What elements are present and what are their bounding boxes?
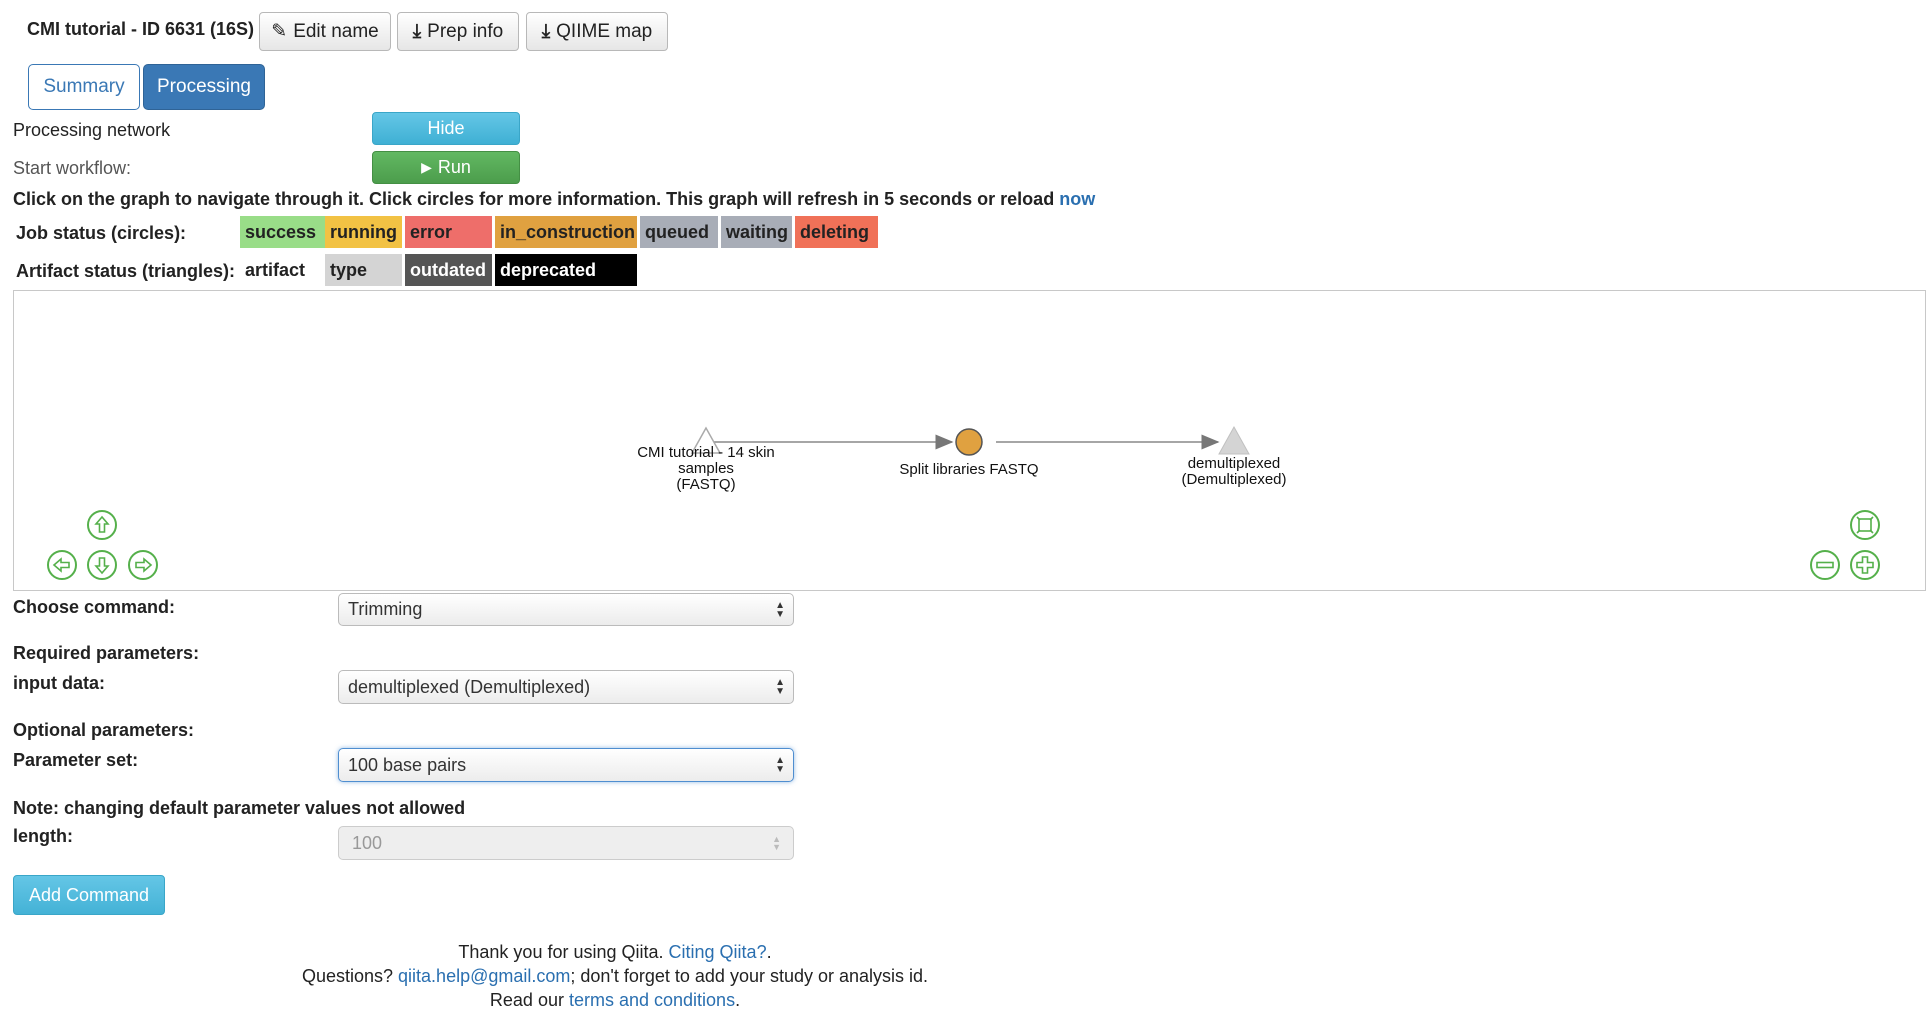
processing-graph[interactable]: CMI tutorial - 14 skin samples (FASTQ) Spl…	[13, 290, 1926, 591]
graph-node-label: demultiplexed (Demultiplexed)	[1181, 456, 1286, 488]
artifact-status-type: type	[325, 254, 402, 286]
email-link[interactable]: qiita.help@gmail.com	[398, 966, 570, 986]
hide-button[interactable]: Hide	[372, 112, 520, 145]
graph-node-label-line: (Demultiplexed)	[1181, 471, 1287, 488]
prep-info-button[interactable]: ⤓ Prep info	[397, 12, 519, 51]
parameter-set-label: Parameter set:	[13, 750, 139, 770]
select-arrows-icon: ▲ ▼	[775, 677, 785, 697]
length-label: length:	[13, 826, 73, 846]
download-icon: ⤓	[541, 20, 551, 42]
arrow-left-icon[interactable]	[46, 549, 78, 581]
footer-thanks: Thank you for using Qiita. Citing Qiita?…	[458, 942, 772, 962]
start-workflow-label: Start workflow:	[13, 158, 132, 178]
tab-summary[interactable]: Summary	[28, 64, 140, 110]
add-command-button[interactable]: Add Command	[13, 875, 165, 915]
required-parameters-label: Required parameters:	[13, 643, 200, 663]
job-status-queued: queued	[640, 216, 718, 248]
artifact-status-outdated: outdated	[405, 254, 492, 286]
graph-node-label-line: Split libraries FASTQ	[899, 461, 1039, 478]
arrow-right-icon[interactable]	[127, 549, 159, 581]
terms-link[interactable]: terms and conditions	[569, 990, 735, 1010]
parameter-set-select[interactable]: 100 base pairs ▲ ▼	[338, 748, 794, 782]
select-arrows-icon: ▲ ▼	[775, 755, 785, 775]
stepper-icon: ▲ ▼	[772, 834, 781, 852]
artifact-triangle[interactable]	[1218, 425, 1250, 455]
edit-name-button[interactable]: ✎ Edit name	[259, 12, 391, 51]
zoom-out-icon[interactable]	[1809, 549, 1841, 581]
input-data-select[interactable]: demultiplexed (Demultiplexed) ▲ ▼	[338, 670, 794, 704]
play-icon: ▶	[421, 159, 432, 175]
length-input: 100 ▲ ▼	[338, 826, 794, 860]
tab-processing[interactable]: Processing	[143, 64, 265, 110]
graph-node-label: CMI tutorial - 14 skin samples (FASTQ)	[637, 445, 775, 493]
graph-node-label-line: CMI tutorial - 14 skin	[637, 444, 775, 461]
graph-instructions: Click on the graph to navigate through i…	[13, 189, 1096, 209]
select-arrows-icon: ▲ ▼	[775, 599, 785, 620]
parameter-note: Note: changing default parameter values …	[13, 798, 466, 818]
run-button[interactable]: ▶ Run	[372, 151, 520, 184]
job-status-running: running	[325, 216, 402, 248]
command-select[interactable]: Trimming ▲ ▼	[338, 593, 794, 626]
choose-command-label: Choose command:	[13, 597, 176, 617]
graph-node-label: Split libraries FASTQ	[899, 462, 1038, 478]
job-circle[interactable]	[955, 428, 983, 456]
job-status-success: success	[240, 216, 326, 248]
footer-questions: Questions? qiita.help@gmail.com; don't f…	[301, 966, 929, 986]
zoom-in-icon[interactable]	[1849, 549, 1881, 581]
artifact-status-artifact: artifact	[240, 254, 317, 286]
job-status-in-construction: in_construction	[495, 216, 637, 248]
fit-screen-icon[interactable]	[1849, 509, 1881, 541]
optional-parameters-label: Optional parameters:	[13, 720, 195, 740]
job-status-deleting: deleting	[795, 216, 878, 248]
graph-node-label-line: samples	[678, 460, 734, 477]
job-status-waiting: waiting	[721, 216, 792, 248]
graph-node-label-line: demultiplexed	[1187, 455, 1281, 472]
study-title: CMI tutorial - ID 6631 (16S)	[27, 19, 255, 39]
arrow-up-icon[interactable]	[86, 509, 118, 541]
job-status-label: Job status (circles):	[16, 223, 187, 243]
processing-network-label: Processing network	[13, 120, 171, 140]
graph-node-label-line: (FASTQ)	[676, 476, 736, 493]
reload-now-link[interactable]: now	[1059, 189, 1095, 209]
arrow-down-icon[interactable]	[86, 549, 118, 581]
input-data-label: input data:	[13, 673, 105, 693]
qiime-map-button[interactable]: ⤓ QIIME map	[526, 12, 668, 51]
pencil-icon: ✎	[271, 21, 288, 42]
citing-qiita-link[interactable]: Citing Qiita?	[669, 942, 767, 962]
artifact-status-deprecated: deprecated	[495, 254, 637, 286]
artifact-status-label: Artifact status (triangles):	[16, 261, 236, 281]
footer-terms: Read our terms and conditions.	[489, 990, 741, 1010]
download-icon: ⤓	[412, 20, 422, 42]
job-status-error: error	[405, 216, 492, 248]
graph-canvas	[690, 425, 1250, 456]
